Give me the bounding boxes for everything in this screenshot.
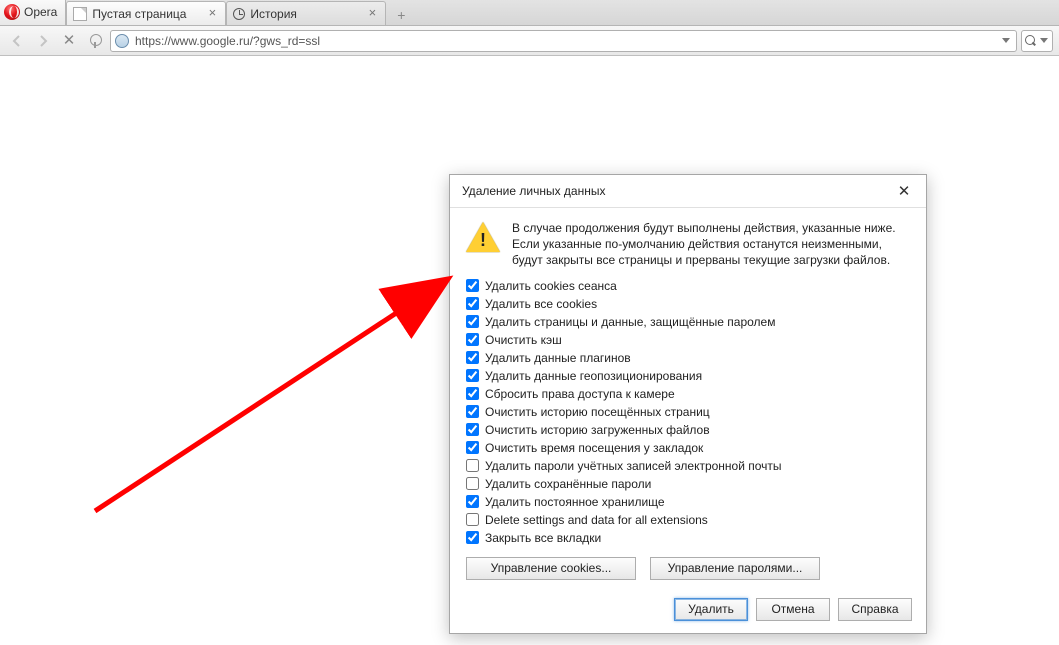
option-checkbox[interactable] [466,441,479,454]
search-icon [1025,35,1037,47]
opera-menu-button[interactable]: Opera [0,0,66,25]
page-area: Удаление личных данных ✕ ! В случае прод… [0,56,1059,645]
delete-private-data-dialog: Удаление личных данных ✕ ! В случае прод… [449,174,927,634]
close-tab-button[interactable]: × [365,7,379,21]
option-checkbox[interactable] [466,477,479,490]
address-dropdown-button[interactable] [1000,30,1012,52]
option-row[interactable]: Очистить историю загруженных файлов [466,423,910,437]
forward-button[interactable] [32,30,54,52]
warning-icon: ! [466,222,500,252]
page-icon [73,7,87,21]
option-row[interactable]: Удалить пароли учётных записей электронн… [466,459,910,473]
option-row[interactable]: Удалить все cookies [466,297,910,311]
option-checkbox[interactable] [466,513,479,526]
option-row[interactable]: Очистить кэш [466,333,910,347]
options-list: Удалить cookies сеанса Удалить все cookie… [466,279,910,545]
option-checkbox[interactable] [466,351,479,364]
option-label: Очистить кэш [485,333,562,347]
option-checkbox[interactable] [466,531,479,544]
option-row[interactable]: Очистить время посещения у закладок [466,441,910,455]
option-checkbox[interactable] [466,315,479,328]
tab-label: Пустая страница [92,7,200,21]
new-tab-button[interactable]: + [390,5,412,25]
navigation-toolbar: ✕ [0,26,1059,56]
option-label: Очистить историю посещённых страниц [485,405,710,419]
password-manager-button[interactable] [84,30,106,52]
option-row[interactable]: Закрыть все вкладки [466,531,910,545]
option-row[interactable]: Удалить данные геопозиционирования [466,369,910,383]
dialog-title: Удаление личных данных [462,184,605,198]
close-tab-button[interactable]: × [205,7,219,21]
option-row[interactable]: Сбросить права доступа к камере [466,387,910,401]
option-checkbox[interactable] [466,459,479,472]
option-row[interactable]: Delete settings and data for all extensi… [466,513,910,527]
cancel-button[interactable]: Отмена [756,598,830,621]
tab-blank-page[interactable]: Пустая страница × [66,1,226,25]
option-checkbox[interactable] [466,495,479,508]
option-row[interactable]: Удалить сохранённые пароли [466,477,910,491]
option-checkbox[interactable] [466,279,479,292]
tab-history[interactable]: История × [226,1,386,25]
option-checkbox[interactable] [466,387,479,400]
option-label: Удалить cookies сеанса [485,279,617,293]
opera-menu-label: Opera [24,5,57,19]
history-icon [233,8,245,20]
option-label: Очистить время посещения у закладок [485,441,703,455]
option-checkbox[interactable] [466,423,479,436]
option-label: Удалить пароли учётных записей электронн… [485,459,782,473]
option-row[interactable]: Удалить постоянное хранилище [466,495,910,509]
opera-logo-icon [4,4,20,20]
option-checkbox[interactable] [466,405,479,418]
warning-text: В случае продолжения будут выполнены дей… [512,220,910,269]
stop-reload-button[interactable]: ✕ [58,30,80,52]
help-button[interactable]: Справка [838,598,912,621]
option-row[interactable]: Удалить данные плагинов [466,351,910,365]
option-row[interactable]: Удалить cookies сеанса [466,279,910,293]
address-bar[interactable] [110,30,1017,52]
tab-label: История [250,7,360,21]
option-checkbox[interactable] [466,333,479,346]
tab-strip: Opera Пустая страница × История × + [0,0,1059,26]
option-label: Сбросить права доступа к камере [485,387,675,401]
manage-passwords-button[interactable]: Управление паролями... [650,557,820,580]
option-label: Удалить сохранённые пароли [485,477,651,491]
option-checkbox[interactable] [466,369,479,382]
option-row[interactable]: Удалить страницы и данные, защищённые па… [466,315,910,329]
option-checkbox[interactable] [466,297,479,310]
key-icon [88,34,102,48]
dialog-close-button[interactable]: ✕ [890,181,918,201]
url-input[interactable] [133,33,996,49]
option-label: Delete settings and data for all extensi… [485,513,708,527]
back-button[interactable] [6,30,28,52]
option-label: Удалить данные плагинов [485,351,631,365]
search-box[interactable] [1021,30,1053,52]
option-label: Удалить все cookies [485,297,597,311]
globe-icon [115,34,129,48]
manage-cookies-button[interactable]: Управление cookies... [466,557,636,580]
delete-button[interactable]: Удалить [674,598,748,621]
search-engine-dropdown[interactable] [1039,30,1049,52]
option-row[interactable]: Очистить историю посещённых страниц [466,405,910,419]
option-label: Удалить страницы и данные, защищённые па… [485,315,775,329]
option-label: Удалить данные геопозиционирования [485,369,702,383]
dialog-titlebar: Удаление личных данных ✕ [450,175,926,208]
option-label: Очистить историю загруженных файлов [485,423,710,437]
option-label: Удалить постоянное хранилище [485,495,665,509]
option-label: Закрыть все вкладки [485,531,601,545]
